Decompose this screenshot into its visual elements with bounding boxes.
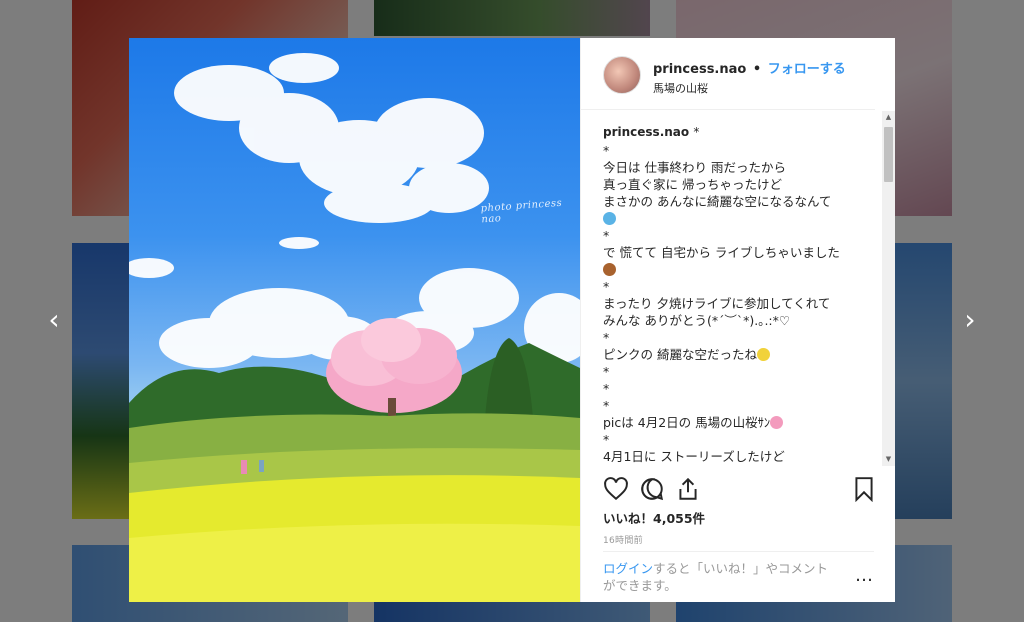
login-prompt: ログインすると「いいね！」やコメント ができます。 bbox=[603, 561, 829, 593]
location-link[interactable]: 馬場の山桜 bbox=[653, 80, 846, 96]
share-icon[interactable] bbox=[675, 476, 701, 502]
divider bbox=[603, 551, 874, 552]
next-post-arrow-icon[interactable]: › bbox=[956, 306, 984, 334]
previous-post-arrow-icon[interactable]: ‹ bbox=[40, 306, 68, 334]
caption-line bbox=[603, 261, 872, 278]
caption-line: で 慌てて 自宅から ライブしちゃいました bbox=[603, 245, 840, 260]
caption: princess.nao * * 今日は 仕事終わり 雨だったから 真っ直ぐ家に… bbox=[581, 111, 896, 466]
caption-scrollbar[interactable]: ▲ ▼ bbox=[882, 111, 895, 466]
landscape-illustration bbox=[129, 53, 580, 602]
caption-line: * bbox=[603, 432, 610, 447]
like-count[interactable]: いいね！4,055件 bbox=[603, 508, 705, 527]
caption-line: * bbox=[603, 228, 610, 243]
scrollbar-thumb[interactable] bbox=[884, 127, 893, 182]
caption-line: * bbox=[603, 279, 610, 294]
caption-scroll-area[interactable]: princess.nao * * 今日は 仕事終わり 雨だったから 真っ直ぐ家に… bbox=[581, 111, 896, 466]
cherry-blossom-emoji-icon bbox=[770, 416, 784, 429]
header-line: princess.nao • フォローする bbox=[653, 58, 846, 77]
caption-line: picは 4月2日の 馬場の山桜ｻﾝ bbox=[603, 414, 872, 431]
action-bar bbox=[603, 476, 875, 504]
caption-line: 今日は 仕事終わり 雨だったから bbox=[603, 160, 786, 175]
post-details-panel: princess.nao • フォローする 馬場の山桜 princess.nao… bbox=[580, 38, 895, 602]
caption-line: まったり 夕焼けライブに参加してくれて bbox=[603, 296, 831, 311]
caption-line: * bbox=[603, 143, 610, 158]
caption-line: 4月1日に ストーリーズしたけど bbox=[603, 449, 785, 464]
caption-line: * bbox=[603, 364, 610, 379]
scroll-up-arrow-icon[interactable]: ▲ bbox=[882, 111, 895, 124]
follow-button[interactable]: フォローする bbox=[768, 62, 846, 77]
more-options-icon[interactable]: … bbox=[855, 565, 874, 586]
sparkles-emoji-icon bbox=[756, 348, 770, 361]
post-header-text: princess.nao • フォローする 馬場の山桜 bbox=[653, 56, 846, 96]
background-post-thumbnail[interactable] bbox=[374, 0, 650, 36]
caption-line: * bbox=[603, 330, 610, 345]
like-heart-icon[interactable] bbox=[603, 476, 629, 502]
login-link[interactable]: ログイン bbox=[603, 561, 653, 576]
sparkle-emoji-icon bbox=[603, 212, 616, 225]
comment-icon[interactable] bbox=[639, 476, 665, 502]
monkey-emoji-icon bbox=[603, 263, 616, 276]
caption-line: まさかの あんなに綺麗な空になるなんて bbox=[603, 194, 832, 209]
caption-line: * bbox=[603, 381, 610, 396]
caption-line: みんな ありがとう(*´︶`*).｡.:*♡ bbox=[603, 313, 791, 328]
username-link[interactable]: princess.nao bbox=[653, 62, 746, 77]
caption-username[interactable]: princess.nao * bbox=[603, 125, 872, 139]
post-timestamp: 16時間前 bbox=[603, 536, 643, 546]
bookmark-icon[interactable] bbox=[851, 476, 877, 502]
post-photo: photo princess nao bbox=[129, 38, 580, 602]
caption-line: 真っ直ぐ家に 帰っちゃったけど bbox=[603, 177, 782, 192]
caption-line: ピンクの 綺麗な空だったね bbox=[603, 346, 872, 363]
caption-line bbox=[603, 210, 872, 227]
post-header: princess.nao • フォローする 馬場の山桜 bbox=[581, 38, 875, 110]
separator-dot: • bbox=[752, 62, 762, 77]
scroll-down-arrow-icon[interactable]: ▼ bbox=[882, 453, 895, 466]
avatar[interactable] bbox=[603, 56, 641, 94]
caption-line: * bbox=[603, 398, 610, 413]
post-modal: photo princess nao princess.nao • フォローする… bbox=[129, 38, 895, 602]
